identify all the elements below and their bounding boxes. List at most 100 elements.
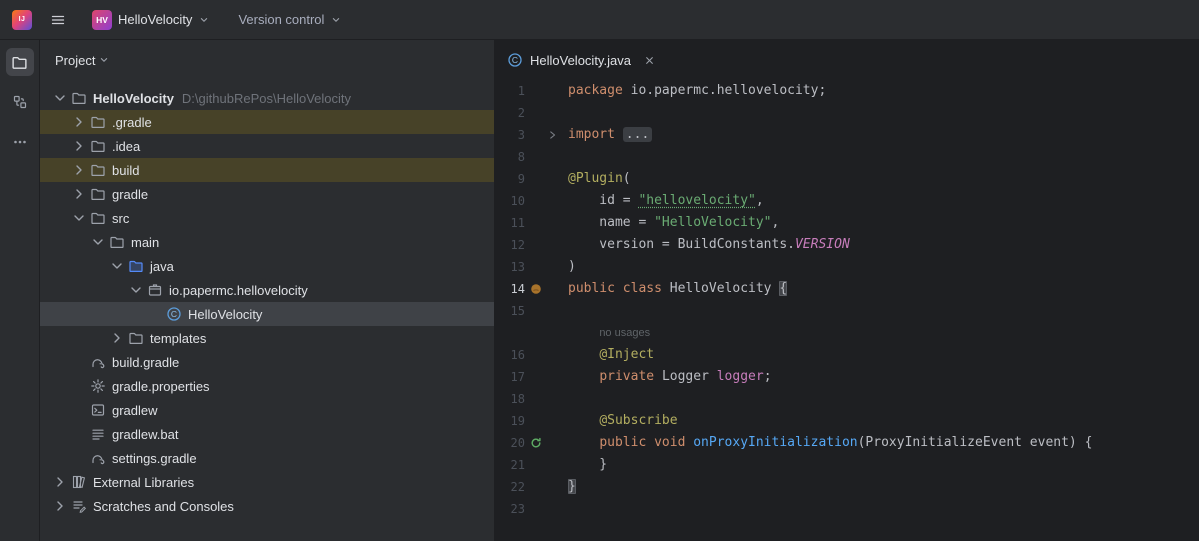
line-number[interactable]: 12 <box>495 238 525 252</box>
code-line-14[interactable]: 14public class HelloVelocity { <box>495 278 1199 300</box>
code-line-9[interactable]: 9@Plugin( <box>495 168 1199 190</box>
code-line-17[interactable]: 17 private Logger logger; <box>495 366 1199 388</box>
line-number[interactable]: 17 <box>495 370 525 384</box>
plugin-class-marker-icon[interactable] <box>530 283 542 295</box>
tree-item-io-papermc-hellovelocity[interactable]: io.papermc.hellovelocity <box>40 278 494 302</box>
line-number[interactable]: 16 <box>495 348 525 362</box>
tree-item-gradlew-bat[interactable]: gradlew.bat <box>40 422 494 446</box>
code-line-23[interactable]: 23 <box>495 498 1199 520</box>
structure-tool-window-button[interactable] <box>6 88 34 116</box>
more-tool-windows-button[interactable] <box>6 128 34 156</box>
intellij-idea-logo[interactable]: IJ <box>12 10 32 30</box>
line-number[interactable]: 15 <box>495 304 525 318</box>
tree-item-label: .idea <box>112 139 140 154</box>
tree-item-templates[interactable]: templates <box>40 326 494 350</box>
scratches-icon <box>71 498 87 514</box>
chevron-down-icon[interactable] <box>51 90 69 106</box>
line-number[interactable]: 13 <box>495 260 525 274</box>
editor-code[interactable]: 1package io.papermc.hellovelocity; 2 3impo… <box>495 80 1199 541</box>
chevron-down-icon[interactable] <box>89 234 107 250</box>
chevron-right-icon[interactable] <box>108 330 126 346</box>
tree-indent <box>40 290 127 291</box>
code-line-22[interactable]: 22} <box>495 476 1199 498</box>
fold-arrow-icon[interactable] <box>547 130 558 141</box>
line-number[interactable]: 19 <box>495 414 525 428</box>
chevron-right-icon[interactable] <box>51 498 69 514</box>
gutter-slot <box>525 278 559 300</box>
tree-item-settings-gradle[interactable]: settings.gradle <box>40 446 494 470</box>
line-number[interactable]: 11 <box>495 216 525 230</box>
tree-item-idea[interactable]: .idea <box>40 134 494 158</box>
chevron-right-icon[interactable] <box>70 138 88 154</box>
line-number[interactable]: 20 <box>495 436 525 450</box>
tree-indent <box>40 98 51 99</box>
code-line-2[interactable]: 2 <box>495 102 1199 124</box>
line-number[interactable]: 14 <box>495 282 525 296</box>
svg-text:C: C <box>512 55 518 65</box>
tree-item-label: java <box>150 259 174 274</box>
code-text: private Logger logger; <box>559 366 772 388</box>
code-line-21[interactable]: 21 } <box>495 454 1199 476</box>
line-number[interactable]: 3 <box>495 128 525 142</box>
line-number[interactable]: 9 <box>495 172 525 186</box>
tree-item-hellovelocity[interactable]: CHelloVelocity <box>40 302 494 326</box>
tree-item-gradlew[interactable]: gradlew <box>40 398 494 422</box>
chevron-down-icon[interactable] <box>70 210 88 226</box>
tree-item-hellovelocity[interactable]: HelloVelocityD:\githubRePos\HelloVelocit… <box>40 86 494 110</box>
tree-item-build[interactable]: build <box>40 158 494 182</box>
code-line-13[interactable]: 13) <box>495 256 1199 278</box>
chevron-down-icon[interactable] <box>108 258 126 274</box>
code-line-18[interactable]: 18 <box>495 388 1199 410</box>
line-number[interactable]: 1 <box>495 84 525 98</box>
project-panel-header[interactable]: Project <box>40 40 494 80</box>
tree-item-java[interactable]: java <box>40 254 494 278</box>
tree-indent <box>40 242 89 243</box>
code-line-16[interactable]: 16 @Inject <box>495 344 1199 366</box>
tree-item-scratches-and-consoles[interactable]: Scratches and Consoles <box>40 494 494 518</box>
tree-item-main[interactable]: main <box>40 230 494 254</box>
code-line-20[interactable]: 20 public void onProxyInitialization(Pro… <box>495 432 1199 454</box>
gutter-slot <box>525 190 559 212</box>
vcs-widget[interactable]: Version control <box>230 8 350 31</box>
chevron-down-icon[interactable] <box>127 282 145 298</box>
editor-tab[interactable]: C HelloVelocity.java <box>495 40 668 80</box>
code-line-8[interactable]: 8 <box>495 146 1199 168</box>
tree-item-external-libraries[interactable]: External Libraries <box>40 470 494 494</box>
code-line-15[interactable]: 15 <box>495 300 1199 322</box>
code-line-3[interactable]: 3import ... <box>495 124 1199 146</box>
chevron-right-icon[interactable] <box>70 162 88 178</box>
subscribe-marker-icon[interactable] <box>530 437 542 449</box>
hamburger-menu-icon[interactable] <box>44 6 72 34</box>
tree-item-build-gradle[interactable]: build.gradle <box>40 350 494 374</box>
gutter-slot <box>525 498 559 520</box>
line-number[interactable]: 2 <box>495 106 525 120</box>
line-number[interactable]: 22 <box>495 480 525 494</box>
project-switcher[interactable]: HV HelloVelocity <box>84 6 218 34</box>
code-text: ) <box>559 256 576 278</box>
code-line-10[interactable]: 10 id = "hellovelocity", <box>495 190 1199 212</box>
line-number[interactable]: 18 <box>495 392 525 406</box>
code-line-12[interactable]: 12 version = BuildConstants.VERSION <box>495 234 1199 256</box>
line-number[interactable]: 8 <box>495 150 525 164</box>
code-text: no usages <box>559 322 650 344</box>
line-number[interactable]: 21 <box>495 458 525 472</box>
tree-item-src[interactable]: src <box>40 206 494 230</box>
project-tool-window-button[interactable] <box>6 48 34 76</box>
close-icon[interactable] <box>643 54 656 67</box>
tree-item-gradle[interactable]: gradle <box>40 182 494 206</box>
code-line-1[interactable]: 1package io.papermc.hellovelocity; <box>495 80 1199 102</box>
chevron-right-icon[interactable] <box>70 114 88 130</box>
code-line-11[interactable]: 11 name = "HelloVelocity", <box>495 212 1199 234</box>
gutter-slot <box>525 476 559 498</box>
tree-item-gradle-properties[interactable]: gradle.properties <box>40 374 494 398</box>
chevron-right-icon[interactable] <box>70 186 88 202</box>
line-number[interactable]: 10 <box>495 194 525 208</box>
folder-icon <box>128 330 144 346</box>
tree-item-label: settings.gradle <box>112 451 197 466</box>
code-inlay-line[interactable]: no usages <box>495 322 1199 344</box>
code-line-19[interactable]: 19 @Subscribe <box>495 410 1199 432</box>
tree-item-gradle[interactable]: .gradle <box>40 110 494 134</box>
line-number[interactable]: 23 <box>495 502 525 516</box>
package-icon <box>147 282 163 298</box>
chevron-right-icon[interactable] <box>51 474 69 490</box>
